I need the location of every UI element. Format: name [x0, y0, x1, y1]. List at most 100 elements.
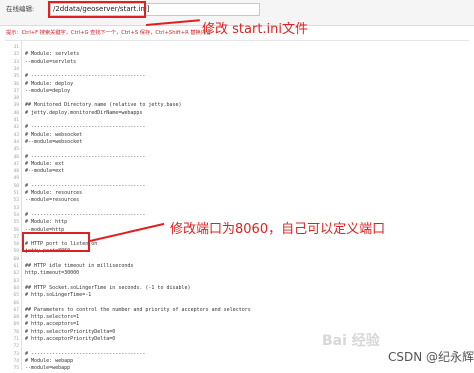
code-line: 75 --module=webapp	[5, 365, 469, 372]
line-number: 45	[13, 147, 19, 153]
line-number: 63	[13, 278, 19, 284]
code-line: 71 # http.acceptorPriorityDelta=0	[5, 336, 469, 343]
line-text: ## Parameters to control the number and …	[25, 306, 251, 313]
csdn-watermark: CSDN @纪永辉	[388, 350, 474, 364]
line-text: # --------------------------------------	[25, 211, 146, 218]
line-number: 34	[13, 66, 19, 72]
line-number: 55	[13, 220, 19, 226]
code-line: 65 # http.soLingerTime=-1	[5, 292, 469, 299]
line-number: 62	[13, 271, 19, 277]
line-text: #--module=ext	[25, 168, 65, 175]
code-line: 38	[5, 95, 469, 102]
path-highlight-box	[48, 1, 146, 18]
code-line: 34	[5, 66, 469, 73]
line-text: # Module: webapp	[25, 357, 74, 364]
line-number: 50	[13, 183, 19, 189]
code-line: 47 # Module: ext	[5, 161, 469, 168]
line-number: 66	[13, 300, 19, 306]
line-text: # http.selectors=1	[25, 314, 80, 321]
code-line: 33 --module=servlets	[5, 59, 469, 66]
line-text: # Module: http	[25, 219, 68, 226]
line-text: # --------------------------------------	[25, 153, 146, 160]
line-text: http.timeout=30000	[25, 270, 80, 277]
line-number: 73	[13, 351, 19, 357]
code-line: 44 #--module=websocket	[5, 139, 469, 146]
line-number: 64	[13, 285, 19, 291]
line-number: 46	[13, 154, 19, 160]
code-line: 51 # Module: resources	[5, 190, 469, 197]
line-text: # Module: websocket	[25, 131, 83, 138]
code-line: 45	[5, 146, 469, 153]
code-line: 69 # http.acceptors=1	[5, 321, 469, 328]
line-number: 57	[13, 234, 19, 240]
line-text: # Module: resources	[25, 190, 83, 196]
line-text: ## Monitored Directory name (relative to…	[25, 102, 182, 109]
line-number: 60	[13, 256, 19, 262]
code-line: 49	[5, 175, 469, 182]
code-line: 70 # http.selectorPriorityDelta=0	[5, 329, 469, 336]
line-number: 65	[13, 293, 19, 299]
line-number: 44	[13, 139, 19, 145]
line-number: 54	[13, 212, 19, 218]
line-number: 71	[13, 337, 19, 342]
line-text: # http.acceptorPriorityDelta=0	[25, 336, 116, 342]
code-line: 35 # ------------------------------------…	[5, 73, 469, 80]
path-label: 在线编辑:	[6, 5, 35, 13]
line-text: #--module=websocket	[25, 138, 83, 145]
line-text: --module=servlets	[25, 58, 77, 65]
line-text: # http.selectorPriorityDelta=0	[25, 328, 116, 335]
line-number: 47	[13, 161, 19, 167]
line-number: 35	[13, 74, 19, 80]
baidu-watermark: Bai 经验	[322, 333, 380, 349]
line-text: ## HTTP idle timeout in milliseconds	[25, 263, 134, 269]
code-line: 36 # Module: deploy	[5, 81, 469, 88]
code-line: 53	[5, 205, 469, 212]
line-text: # --------------------------------------	[25, 182, 146, 189]
line-number: 49	[13, 176, 19, 182]
line-number: 37	[13, 88, 19, 94]
line-number: 52	[13, 198, 19, 204]
line-text: --module=deploy	[25, 87, 71, 94]
code-line: 39 ## Monitored Directory name (relative …	[5, 102, 469, 109]
code-line: 52 --module=resources	[5, 197, 469, 204]
line-text: # http.acceptors=1	[25, 321, 80, 328]
line-text: # --------------------------------------	[25, 350, 146, 357]
line-number: 41	[13, 118, 19, 123]
line-number: 61	[13, 264, 19, 269]
code-line: 41	[5, 117, 469, 124]
code-line: 63	[5, 278, 469, 285]
line-number: 74	[13, 358, 19, 364]
code-line: 48 #--module=ext	[5, 168, 469, 175]
line-text: ## HTTP Socket.soLingerTime in seconds. …	[25, 284, 191, 291]
code-line: 68 # http.selectors=1	[5, 314, 469, 321]
code-line: 66	[5, 300, 469, 307]
line-number: 42	[13, 125, 19, 131]
line-number: 53	[13, 205, 19, 211]
annotation-port: 修改端口为8060，自己可以定义端口	[170, 222, 386, 237]
code-line: 61 ## HTTP idle timeout in milliseconds	[5, 263, 469, 270]
line-number: 69	[13, 322, 19, 328]
line-number: 38	[13, 96, 19, 102]
code-line: 42 # ------------------------------------…	[5, 124, 469, 131]
line-text: # --------------------------------------	[25, 124, 146, 131]
line-number: 72	[13, 344, 19, 350]
line-number: 31	[13, 45, 19, 50]
code-line: 32 # Module: servlets	[5, 51, 469, 58]
line-text: # http.soLingerTime=-1	[25, 292, 92, 299]
line-number: 75	[13, 366, 19, 372]
line-text: --module=webapp	[25, 365, 71, 372]
editor-hint: 提示：Ctrl+F 搜索关键字，Ctrl+G 查找下一个，Ctrl+S 保存，C…	[6, 30, 212, 36]
code-line: 46 # ------------------------------------…	[5, 154, 469, 161]
line-number: 40	[13, 110, 19, 116]
code-line: 50 # ------------------------------------…	[5, 183, 469, 190]
code-line: 62 http.timeout=30000	[5, 270, 469, 277]
code-line: 60	[5, 256, 469, 263]
code-line: 31	[5, 44, 469, 51]
line-number: 59	[13, 249, 19, 255]
line-text: # jetty.deploy.monitoredDirName=webapps	[25, 109, 143, 116]
port-highlight-box	[22, 232, 90, 252]
line-number: 56	[13, 227, 19, 233]
code-editor[interactable]: 31 32 # Module: servlets 33 --module=servlet…	[5, 40, 469, 372]
line-text: --module=resources	[25, 197, 80, 204]
line-number: 58	[13, 242, 19, 248]
